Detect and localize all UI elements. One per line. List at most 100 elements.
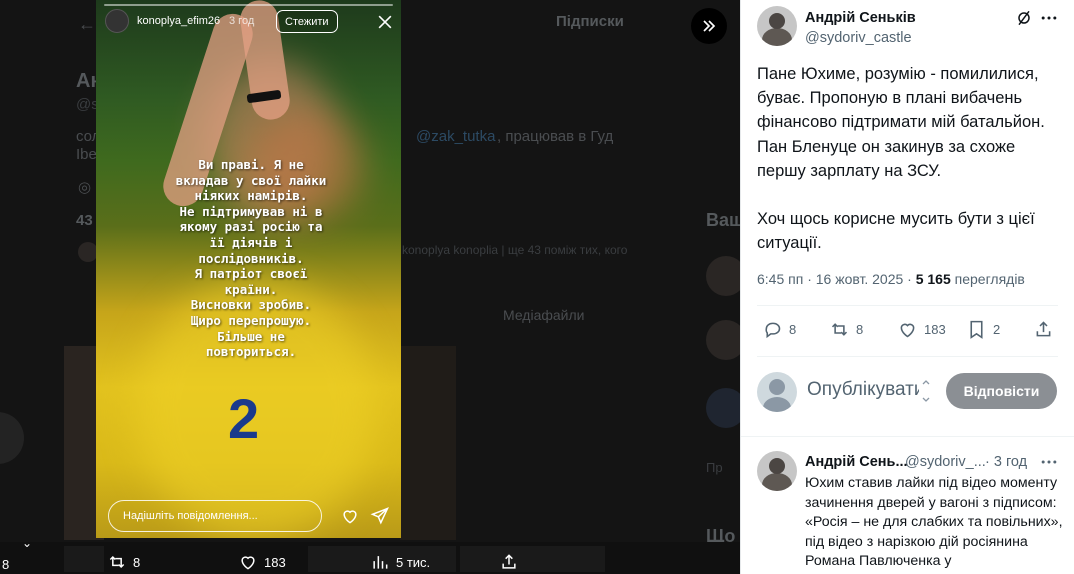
- more-button[interactable]: [1039, 8, 1059, 28]
- close-story-button[interactable]: [375, 12, 395, 32]
- reply-more-button[interactable]: [1039, 452, 1059, 472]
- reply-button[interactable]: Відповісти: [946, 373, 1057, 409]
- retweet-icon: [831, 323, 848, 336]
- like-action[interactable]: 183: [238, 552, 286, 572]
- sidebar-heading-you: Ваш: [706, 210, 740, 230]
- caption-line: Я патріот своєї: [194, 266, 308, 282]
- tab-media[interactable]: Медіафайли: [503, 307, 584, 323]
- share-icon: [502, 554, 516, 569]
- bookmark-action[interactable]: 2: [966, 319, 1000, 340]
- send-icon: [370, 507, 389, 525]
- like-count: 183: [924, 322, 946, 337]
- bookmark-icon: [970, 320, 983, 339]
- sidebar-more-text[interactable]: Пр: [706, 460, 723, 475]
- story-time: 3 год: [229, 15, 255, 27]
- story-progress-bar: [104, 4, 393, 6]
- thumbnail-strip: [64, 546, 104, 572]
- caption-line: Ви праві. Я не: [198, 157, 304, 172]
- author-handle[interactable]: @sydoriv_castle: [805, 30, 912, 46]
- more-dots-icon: [1041, 460, 1057, 464]
- reply-time[interactable]: · 3 год: [985, 454, 1027, 470]
- caption-line: Висновки зробив.: [190, 297, 312, 313]
- close-icon: [378, 15, 392, 29]
- divider: [757, 305, 1058, 306]
- scroll-button[interactable]: [0, 412, 24, 464]
- story-message-input[interactable]: Надішліть повідомлення...: [108, 500, 322, 532]
- like-action[interactable]: 183: [897, 319, 946, 340]
- shirt-number: 2: [228, 387, 260, 450]
- suggestion-avatar[interactable]: [706, 320, 740, 360]
- story-caption: Ви праві. Я не вкладав у свої лайки ніяк…: [166, 157, 336, 360]
- share-icon: [1036, 321, 1051, 337]
- follow-button[interactable]: Стежити: [276, 10, 338, 33]
- bookmark-count: 2: [993, 322, 1001, 337]
- divider: [741, 436, 1074, 437]
- grok-icon: [1018, 10, 1030, 26]
- retweet-action[interactable]: 8: [107, 552, 140, 572]
- views-action[interactable]: 5 тис.: [370, 552, 430, 572]
- heart-icon: [343, 510, 357, 524]
- reply-text: Юхим ставив лайки під відео моменту зачи…: [805, 475, 1063, 570]
- media-thumbnail[interactable]: [400, 346, 456, 540]
- retweet-icon: [109, 555, 125, 569]
- reply-scroll-arrows-icon[interactable]: [921, 376, 931, 406]
- author-name[interactable]: Андрій Сеньків: [805, 10, 916, 26]
- tweet-views-label: переглядів: [954, 271, 1025, 287]
- tab-following[interactable]: Підписки: [556, 13, 624, 30]
- reply-icon: [765, 322, 781, 339]
- reply-action[interactable]: 8: [762, 319, 796, 340]
- more-dots-icon: [1041, 16, 1057, 20]
- caption-line: якому разі росію та: [179, 219, 323, 235]
- caption-line: країни.: [224, 281, 278, 297]
- caption-line: послідовників.: [198, 250, 304, 266]
- heart-icon: [241, 556, 255, 570]
- tweet-meta: 6:45 пп · 16 жовт. 2025 · 5 165 перегляд…: [757, 271, 1025, 287]
- heart-icon: [900, 323, 915, 338]
- reply-input[interactable]: Опублікувати відповідь: [807, 379, 919, 401]
- grok-button[interactable]: [1014, 8, 1034, 28]
- tweet-text: Пане Юхиме, розумію - помилилися, буває.…: [757, 62, 1057, 279]
- location-icon: ◎: [78, 179, 92, 196]
- story-like-button[interactable]: [340, 506, 360, 526]
- caption-line: Щиро перепрошую.: [190, 312, 312, 328]
- reply-author-avatar[interactable]: [757, 451, 797, 491]
- author-avatar[interactable]: [757, 6, 797, 46]
- tweet-panel: Андрій Сеньків @sydoriv_castle Пане Юхим…: [740, 0, 1074, 574]
- suggestion-avatar[interactable]: [706, 256, 740, 296]
- thumbnail-strip: [460, 546, 605, 572]
- expand-button[interactable]: [691, 8, 727, 44]
- tweet-views-count: 5 165: [915, 271, 951, 287]
- views-chart-icon: [373, 556, 388, 569]
- bio-fragment-2: , працював в Гуд: [497, 128, 614, 145]
- reply-count: 8: [789, 322, 797, 337]
- retweet-action[interactable]: 8: [829, 319, 863, 340]
- tweet-timestamp[interactable]: 6:45 пп · 16 жовт. 2025 ·: [757, 271, 912, 287]
- divider: [757, 356, 1058, 357]
- share-action[interactable]: [1033, 319, 1054, 340]
- followers-count-fragment[interactable]: 43: [76, 212, 93, 229]
- reply-author-handle[interactable]: @sydoriv_...: [905, 454, 986, 470]
- story-viewer[interactable]: 2 konoplya_efim26 3 год Стежити Ви праві…: [96, 0, 401, 538]
- caption-line: її діячів і: [209, 234, 293, 250]
- caption-line: вкладав у свої лайки: [175, 172, 327, 188]
- like-count: 183: [264, 554, 286, 570]
- chevron-down-icon[interactable]: ⌄: [22, 536, 32, 550]
- story-avatar[interactable]: [105, 9, 129, 33]
- double-chevron-right-icon: [703, 20, 716, 32]
- bio-fragment-3: Ibe: [76, 146, 97, 163]
- back-arrow-icon[interactable]: ←: [78, 14, 96, 35]
- retweet-count: 8: [856, 322, 864, 337]
- current-user-avatar: [757, 372, 797, 412]
- story-username[interactable]: konoplya_efim26: [137, 15, 220, 27]
- caption-line: повториться.: [205, 344, 297, 360]
- left-count: 8: [2, 557, 10, 572]
- caption-line: Більше не: [217, 328, 285, 344]
- reply-author-name[interactable]: Андрій Сень...: [805, 454, 908, 470]
- views-count: 5 тис.: [396, 554, 431, 570]
- suggestion-avatar[interactable]: [706, 388, 740, 428]
- story-send-button[interactable]: [370, 506, 390, 526]
- share-action[interactable]: [499, 552, 519, 572]
- followed-by-text[interactable]: konoplya konoplia | ще 43 поміж тих, ког…: [402, 243, 627, 257]
- caption-line: Не підтримував ні в: [179, 203, 323, 219]
- bio-mention-link[interactable]: @zak_tutka: [416, 128, 495, 145]
